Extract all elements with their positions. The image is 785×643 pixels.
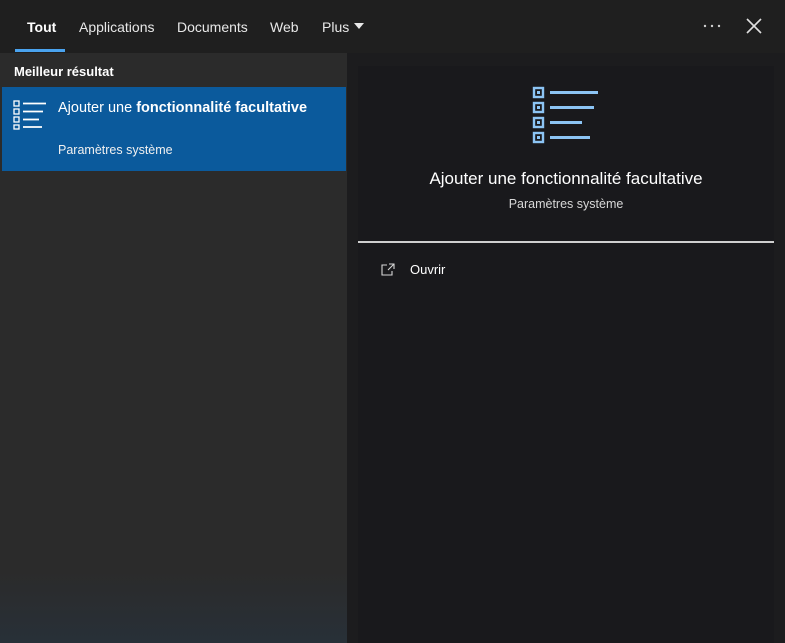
search-tab-bar: Tout Applications Documents Web Plus	[0, 0, 785, 53]
results-pane: Meilleur résultat Ajouter une fonctionna…	[0, 53, 347, 643]
active-tab-indicator	[15, 49, 65, 52]
best-result-heading: Meilleur résultat	[14, 64, 114, 79]
preview-title: Ajouter une fonctionnalité facultative	[429, 169, 703, 188]
more-options-icon	[703, 24, 721, 28]
preview-pane: Ajouter une fonctionnalité facultative P…	[358, 66, 774, 643]
best-result-title-prefix: Ajouter une	[58, 100, 137, 116]
tab-plus[interactable]: Plus	[322, 0, 365, 53]
tab-applications[interactable]: Applications	[79, 0, 155, 53]
tab-web[interactable]: Web	[270, 0, 299, 53]
tab-documents[interactable]: Documents	[177, 0, 248, 53]
tab-tout[interactable]: Tout	[27, 0, 56, 53]
open-action-label: Ouvrir	[410, 262, 446, 277]
open-icon	[381, 263, 395, 276]
close-icon	[746, 18, 762, 34]
preview-subtitle: Paramètres système	[508, 197, 624, 211]
best-result-title: Ajouter une fonctionnalité facultative	[58, 98, 308, 118]
checklist-icon	[13, 100, 46, 130]
best-result-title-match: fonctionnalité facultative	[136, 100, 308, 116]
preview-divider	[358, 241, 774, 243]
caret-down-icon	[354, 23, 365, 30]
best-result-item[interactable]: Ajouter une fonctionnalité facultative P…	[2, 87, 346, 171]
checklist-icon	[532, 86, 598, 144]
best-result-subtitle: Paramètres système	[58, 143, 173, 157]
tab-plus-label: Plus	[322, 19, 350, 35]
close-button[interactable]	[742, 14, 766, 38]
more-options-button[interactable]	[700, 14, 724, 38]
